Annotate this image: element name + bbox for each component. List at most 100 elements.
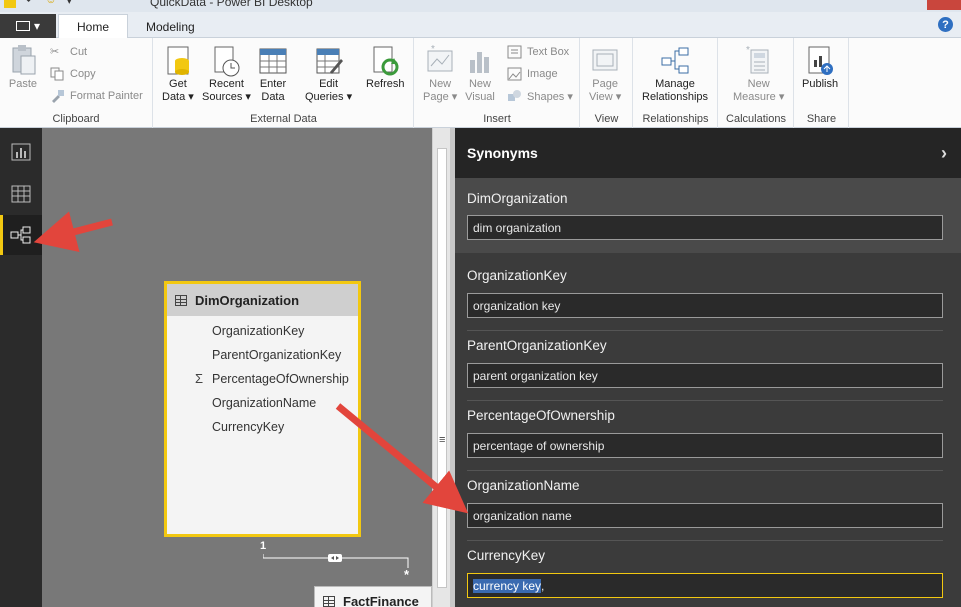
shapes-button[interactable]: Shapes ▾ (507, 86, 573, 106)
relationship-line[interactable] (263, 552, 413, 572)
recent-sources-button[interactable]: Recent Sources ▾ (202, 44, 251, 104)
window-title: QuickData - Power BI Desktop (150, 0, 313, 9)
external-data-group-label: External Data (250, 113, 317, 125)
copy-button[interactable]: Copy (50, 64, 96, 84)
help-icon[interactable]: ? (938, 17, 953, 32)
synonym-column-input[interactable]: parent organization key (467, 363, 943, 388)
tab-home[interactable]: Home (58, 14, 129, 39)
enter-data-button[interactable]: Enter Data (258, 44, 288, 104)
get-data-label-1: Get (169, 78, 187, 90)
field-parentorganizationkey[interactable]: ParentOrganizationKey (212, 348, 341, 362)
manage-relationships-label-1: Manage (655, 78, 695, 90)
synonym-column-input[interactable]: percentage of ownership (467, 433, 943, 458)
scrollbar-thumb[interactable] (437, 148, 447, 588)
chevron-down-icon: ▾ (33, 19, 41, 33)
divider (467, 540, 943, 541)
relationships-view-button[interactable] (0, 215, 42, 255)
clipboard-group-label: Clipboard (52, 113, 100, 125)
field-currencykey[interactable]: CurrencyKey (212, 420, 284, 434)
calculator-icon: * (744, 44, 774, 76)
manage-relationships-button[interactable]: Manage Relationships (642, 44, 708, 104)
chevron-right-icon[interactable]: › (941, 143, 947, 164)
report-view-button[interactable] (0, 132, 42, 172)
app-logo-icon (4, 0, 16, 8)
scrollbar-grip-icon: ≡ (439, 434, 446, 446)
synonyms-pane: Synonyms › DimOrganization dim organizat… (455, 128, 961, 607)
close-button[interactable] (927, 0, 961, 10)
calculations-group-label: Calculations (726, 113, 786, 125)
refresh-button[interactable]: Refresh (366, 44, 405, 91)
synonym-column-input-focused[interactable]: currency key, (467, 573, 943, 598)
view-switcher (0, 128, 42, 607)
table-card-factfinance[interactable]: FactFinance (314, 586, 432, 607)
page-view-label-2: View ▾ (589, 91, 622, 103)
copy-label: Copy (70, 68, 96, 80)
publish-button[interactable]: Publish (802, 44, 838, 91)
model-view-icon (10, 226, 31, 244)
synonym-column-input[interactable]: organization name (467, 503, 943, 528)
ribbon: Paste ✂ Cut Copy Format Painter Clipboar… (0, 38, 961, 128)
sigma-icon: Σ (195, 371, 204, 386)
file-menu-icon (15, 21, 30, 31)
canvas-scrollbar[interactable]: ≡ (432, 128, 450, 607)
minimize-button[interactable] (859, 0, 893, 10)
page-view-button[interactable]: Page View ▾ (589, 44, 621, 104)
table-card-dimorganization[interactable]: DimOrganization OrganizationKey ParentOr… (164, 281, 361, 537)
selected-indicator (0, 215, 3, 255)
get-data-button[interactable]: Get Data ▾ (162, 44, 194, 104)
file-menu-button[interactable]: ▾ (0, 14, 56, 38)
data-view-button[interactable] (0, 174, 42, 214)
text-box-label: Text Box (527, 46, 570, 58)
new-page-button[interactable]: * New Page ▾ (423, 44, 457, 104)
field-organizationkey[interactable]: OrganizationKey (212, 324, 304, 338)
field-percentageofownership[interactable]: PercentageOfOwnership (212, 372, 349, 386)
maximize-button[interactable] (893, 0, 927, 10)
customize-icon[interactable]: ▾ (66, 0, 72, 8)
table-card-header[interactable]: DimOrganization (167, 284, 358, 316)
quick-access-toolbar: ↶ ☺ ▾ (4, 0, 72, 8)
bar-chart-icon (465, 44, 495, 76)
synonym-column-input[interactable]: organization key (467, 293, 943, 318)
paste-button[interactable]: Paste (8, 44, 38, 91)
synonym-column-name: OrganizationKey (467, 268, 567, 283)
recent-sources-icon (211, 44, 241, 77)
get-data-label-2: Data ▾ (162, 91, 194, 103)
field-organizationname[interactable]: OrganizationName (212, 396, 316, 410)
ribbon-tab-row: ▾ Home Modeling ? (0, 12, 961, 39)
publish-label: Publish (802, 78, 839, 90)
undo-icon[interactable]: ↶ (26, 0, 35, 8)
edit-queries-button[interactable]: Edit Queries ▾ (305, 44, 352, 104)
relationships-group-label: Relationships (642, 113, 709, 125)
synonyms-table-block: DimOrganization dim organization (455, 178, 961, 253)
new-page-label-2: Page ▾ (423, 91, 458, 103)
table-icon (323, 595, 335, 607)
image-icon (507, 67, 522, 81)
scissors-icon: ✂ (50, 46, 60, 58)
text-box-button[interactable]: Text Box (507, 42, 569, 62)
new-measure-label-2: Measure ▾ (733, 91, 785, 103)
new-measure-button[interactable]: * New Measure ▾ (733, 44, 784, 104)
svg-text:*: * (431, 44, 435, 55)
paste-label: Paste (8, 78, 38, 90)
new-visual-label-1: New (468, 78, 491, 90)
format-painter-button[interactable]: Format Painter (50, 86, 143, 106)
edit-queries-label-2: Queries ▾ (305, 91, 353, 103)
synonyms-title: Synonyms (467, 145, 538, 161)
new-visual-button[interactable]: New Visual (465, 44, 495, 104)
image-button[interactable]: Image (507, 64, 558, 84)
paste-icon (8, 44, 38, 76)
cut-button[interactable]: ✂ Cut (50, 42, 87, 62)
edit-queries-label-1: Edit (319, 78, 339, 90)
synonym-column-value: percentage of ownership (473, 438, 605, 453)
tab-modeling[interactable]: Modeling (128, 14, 213, 39)
publish-icon (805, 44, 835, 76)
insert-group: * New Page ▾ New Visual Text Box Image S… (415, 38, 580, 128)
synonym-column-value: parent organization key (473, 368, 598, 383)
relationship-cardinality-one: 1 (260, 540, 267, 552)
synonym-table-name: DimOrganization (467, 191, 568, 206)
window-controls (859, 0, 961, 10)
enter-data-label-1: Enter (259, 78, 287, 90)
external-data-group: Get Data ▾ Recent Sources ▾ Enter Data E… (154, 38, 414, 128)
synonym-table-input[interactable]: dim organization (467, 215, 943, 240)
smiley-icon[interactable]: ☺ (45, 0, 56, 8)
